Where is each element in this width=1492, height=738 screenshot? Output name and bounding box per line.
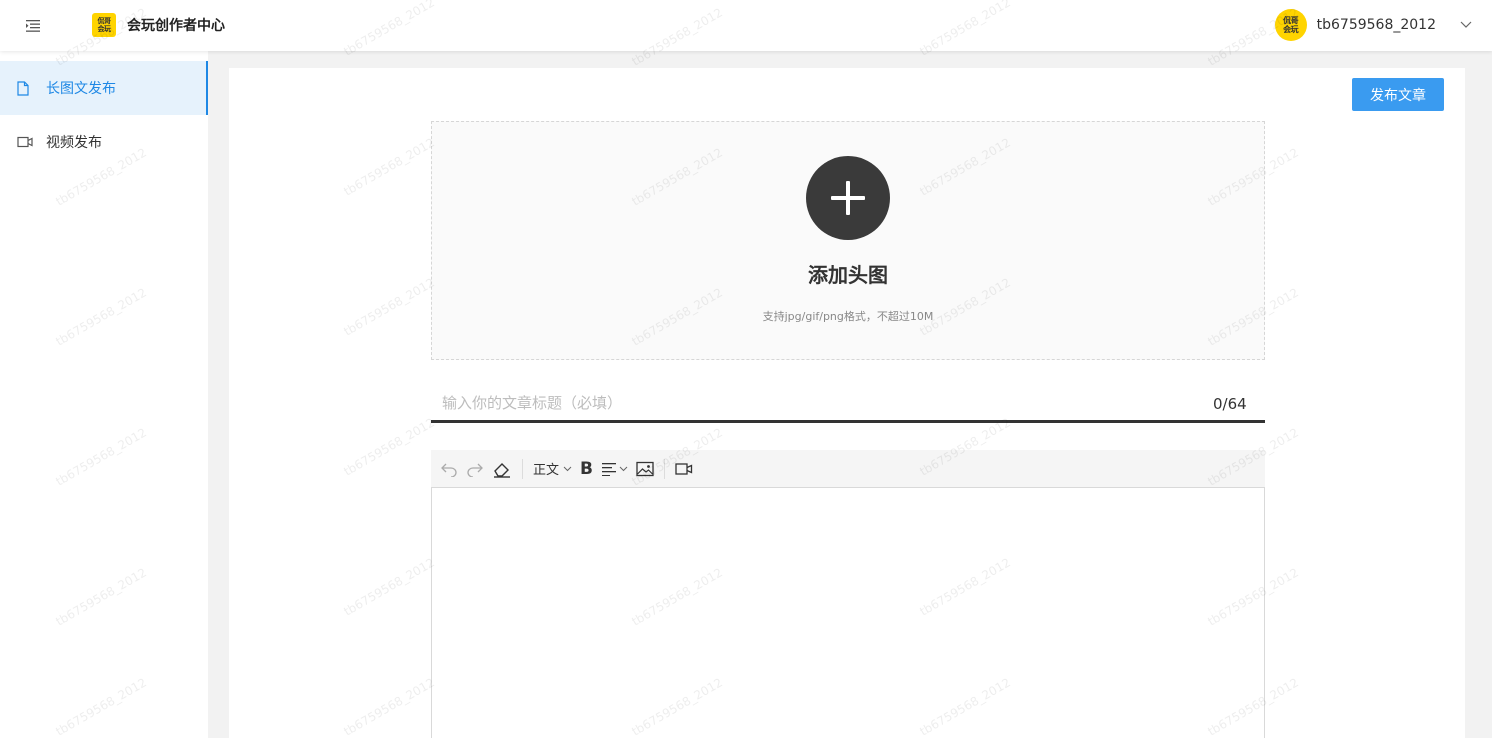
bold-button[interactable]: B [576,456,597,482]
avatar: 侃哥 会玩 [1274,9,1307,41]
chevron-down-icon [563,466,572,472]
app-title: 会玩创作者中心 [127,18,225,34]
avatar-text-line1: 侃哥 [1283,16,1299,25]
article-title-input[interactable] [431,386,1191,420]
sidebar-item-long-article[interactable]: 长图文发布 [0,61,208,115]
sidebar: 长图文发布 视频发布 [0,51,208,738]
paragraph-style-label: 正文 [533,463,560,478]
eraser-icon[interactable] [488,456,516,482]
rich-text-editor[interactable] [431,487,1265,738]
user-menu[interactable]: 侃哥 会玩 tb6759568_2012 [1274,9,1474,41]
sidebar-item-video[interactable]: 视频发布 [0,115,208,169]
sidebar-item-label: 长图文发布 [46,81,116,97]
title-char-count: 0/64 [1213,395,1247,413]
bold-label: B [580,458,593,479]
menu-toggle-icon[interactable] [22,16,44,36]
editor-toolbar: 正文 B [431,450,1265,487]
toolbar-divider [663,458,665,479]
paragraph-style-select[interactable]: 正文 [529,456,576,482]
publish-article-button[interactable]: 发布文章 [1352,78,1444,111]
upload-hint: 支持jpg/gif/png格式，不超过10M [762,310,934,323]
title-underline [431,420,1265,423]
sidebar-item-label: 视频发布 [46,135,102,151]
top-header: 侃哥 会玩 会玩创作者中心 侃哥 会玩 tb6759568_2012 [0,0,1492,51]
avatar-text-line2: 会玩 [1283,25,1299,34]
toolbar-divider [522,458,523,479]
editor-panel: 发布文章 添加头图 支持jpg/gif/png格式，不超过10M 0/64 [229,68,1465,738]
video-camera-icon [17,134,33,150]
chevron-down-icon [619,466,628,472]
upload-title: 添加头图 [808,263,888,287]
image-icon[interactable] [632,456,658,482]
cover-image-upload[interactable]: 添加头图 支持jpg/gif/png格式，不超过10M [431,121,1265,360]
logo-text-line2: 会玩 [97,25,112,33]
align-select[interactable] [597,456,632,482]
video-icon[interactable] [671,456,697,482]
logo-text-line1: 侃哥 [97,17,112,25]
redo-icon[interactable] [462,456,488,482]
plus-icon [806,156,890,240]
align-left-icon [601,462,617,476]
undo-icon[interactable] [436,456,462,482]
app-logo: 侃哥 会玩 [92,13,116,37]
document-icon [17,80,33,96]
username: tb6759568_2012 [1316,17,1436,33]
chevron-down-icon[interactable] [1460,18,1474,32]
